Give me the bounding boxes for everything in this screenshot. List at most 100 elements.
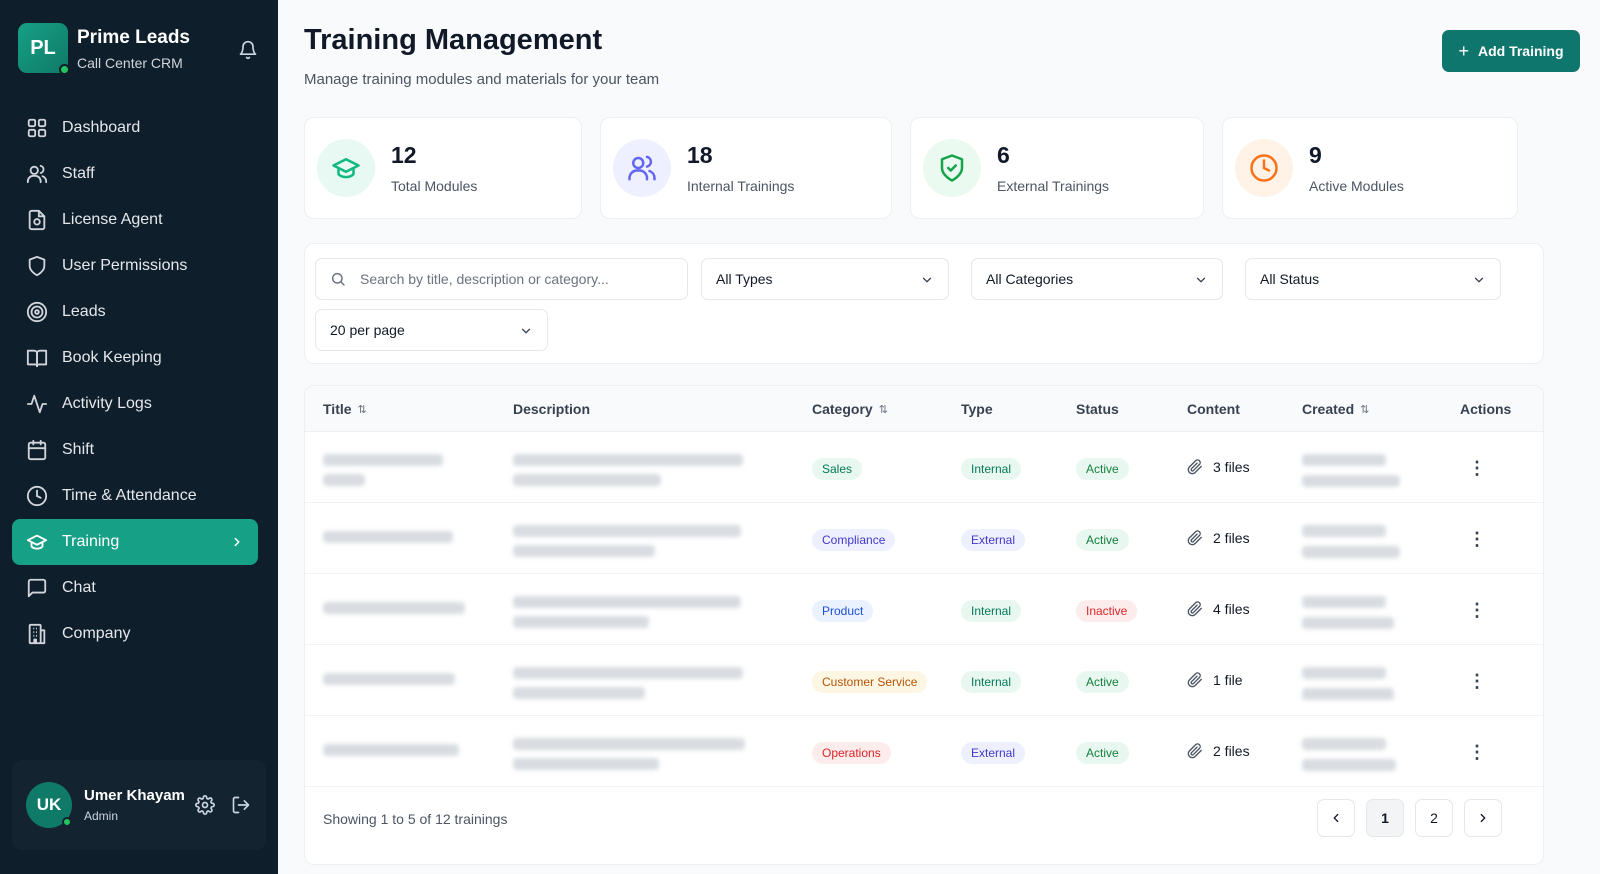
column-status-label: Status <box>1076 401 1119 417</box>
sidebar-item-leads[interactable]: Leads <box>12 289 258 335</box>
content-count: 1 file <box>1213 672 1243 688</box>
chat-icon <box>27 578 47 598</box>
more-actions-icon[interactable]: ⋮ <box>1467 740 1487 764</box>
title-redacted <box>323 673 455 685</box>
brand-logo: PL <box>18 23 70 75</box>
user-name: Umer Khayam <box>84 787 185 804</box>
column-type: Type <box>961 401 993 417</box>
more-actions-icon[interactable]: ⋮ <box>1467 669 1487 693</box>
sidebar-item-label: Book Keeping <box>62 349 162 366</box>
stat-label: External Trainings <box>997 178 1110 194</box>
avatar[interactable]: UK <box>26 782 72 828</box>
category-badge: Compliance <box>812 529 896 551</box>
clock-icon <box>26 485 48 507</box>
more-actions-icon[interactable]: ⋮ <box>1467 456 1487 480</box>
bell-icon[interactable] <box>238 40 258 60</box>
status-badge: Active <box>1076 529 1129 551</box>
content-count: 2 files <box>1213 743 1250 759</box>
table-row[interactable]: Sales Internal Active 3 files ⋮ <box>305 432 1543 503</box>
next-page-button[interactable] <box>1464 799 1502 837</box>
activity-icon <box>26 394 48 414</box>
paperclip-icon <box>1187 459 1202 475</box>
gear-icon[interactable] <box>195 795 215 815</box>
content-count: 4 files <box>1213 601 1250 617</box>
page-button-2[interactable]: 2 <box>1415 799 1453 837</box>
category-badge: Customer Service <box>812 671 928 693</box>
sort-icon: ⇅ <box>1360 403 1370 416</box>
shield-icon <box>28 255 46 277</box>
type-select-value: All Types <box>716 271 773 287</box>
logout-icon[interactable] <box>231 795 251 815</box>
chevron-down-icon <box>521 328 531 334</box>
column-title-label: Title <box>323 401 352 417</box>
graduation-cap-icon <box>26 534 48 550</box>
column-category[interactable]: Category ⇅ <box>812 401 888 417</box>
column-content-label: Content <box>1187 401 1240 417</box>
paperclip-icon <box>1187 530 1202 546</box>
add-training-button[interactable]: + Add Training <box>1442 30 1580 72</box>
stat-value: 12 <box>391 142 417 168</box>
description-redacted <box>513 454 743 486</box>
type-badge: Internal <box>961 671 1022 693</box>
sidebar-item-training[interactable]: Training <box>12 519 258 565</box>
sidebar-item-label: Leads <box>62 303 106 320</box>
sidebar-item-label: Staff <box>62 165 95 182</box>
graduation-cap-icon <box>317 139 375 197</box>
stat-label: Active Modules <box>1309 178 1404 194</box>
status-badge: Inactive <box>1076 600 1138 622</box>
content-files[interactable]: 2 files <box>1187 530 1250 546</box>
column-title[interactable]: Title ⇅ <box>323 401 367 417</box>
chevron-down-icon <box>922 277 932 283</box>
sidebar-item-user-permissions[interactable]: User Permissions <box>12 243 258 289</box>
search-icon <box>331 272 345 286</box>
chevron-right-icon <box>234 537 240 547</box>
sidebar-item-staff[interactable]: Staff <box>12 151 258 197</box>
clock-icon <box>1235 139 1293 197</box>
category-select[interactable]: All Categories <box>971 258 1223 300</box>
page-button-1[interactable]: 1 <box>1366 799 1404 837</box>
table-row[interactable]: Compliance External Active 2 files ⋮ <box>305 503 1543 574</box>
sidebar-item-time-attendance[interactable]: Time & Attendance <box>12 473 258 519</box>
column-content: Content <box>1187 401 1240 417</box>
status-select[interactable]: All Status <box>1245 258 1501 300</box>
title-redacted <box>323 744 459 756</box>
sidebar-item-shift[interactable]: Shift <box>12 427 258 473</box>
status-select-value: All Status <box>1260 271 1320 287</box>
type-select[interactable]: All Types <box>701 258 949 300</box>
chevron-down-icon <box>1474 277 1484 283</box>
sidebar: PL Prime Leads Call Center CRM Dashboard… <box>0 0 278 874</box>
sidebar-item-label: Activity Logs <box>62 395 152 412</box>
trainings-table: Title ⇅ Description Category ⇅ Type Status… <box>304 385 1544 865</box>
table-row[interactable]: Product Internal Inactive 4 files ⋮ <box>305 574 1543 645</box>
table-row[interactable]: Operations External Active 2 files ⋮ <box>305 716 1543 787</box>
created-redacted <box>1302 738 1396 771</box>
content-files[interactable]: 1 file <box>1187 672 1243 688</box>
title-redacted <box>323 454 443 486</box>
content-files[interactable]: 3 files <box>1187 459 1250 475</box>
column-created[interactable]: Created ⇅ <box>1302 401 1369 417</box>
content-count: 3 files <box>1213 459 1250 475</box>
sidebar-item-chat[interactable]: Chat <box>12 565 258 611</box>
title-redacted <box>323 602 465 614</box>
title-redacted <box>323 531 453 543</box>
type-badge: External <box>961 529 1026 551</box>
more-actions-icon[interactable]: ⋮ <box>1467 598 1487 622</box>
sidebar-nav: Dashboard Staff License Agent User Permi… <box>12 105 258 657</box>
paperclip-icon <box>1187 743 1202 759</box>
sort-icon: ⇅ <box>878 403 888 416</box>
per-page-select[interactable]: 20 per page <box>315 309 548 351</box>
chevron-left-icon <box>1333 813 1339 823</box>
content-files[interactable]: 4 files <box>1187 601 1250 617</box>
sidebar-item-book-keeping[interactable]: Book Keeping <box>12 335 258 381</box>
content-files[interactable]: 2 files <box>1187 743 1250 759</box>
table-row[interactable]: Customer Service Internal Active 1 file … <box>305 645 1543 716</box>
book-icon <box>26 349 48 368</box>
search-field <box>315 258 688 300</box>
sidebar-item-company[interactable]: Company <box>12 611 258 657</box>
more-actions-icon[interactable]: ⋮ <box>1467 527 1487 551</box>
prev-page-button[interactable] <box>1317 799 1355 837</box>
sidebar-item-activity-logs[interactable]: Activity Logs <box>12 381 258 427</box>
sidebar-item-license-agent[interactable]: License Agent <box>12 197 258 243</box>
sidebar-item-dashboard[interactable]: Dashboard <box>12 105 258 151</box>
search-input[interactable] <box>360 271 680 287</box>
